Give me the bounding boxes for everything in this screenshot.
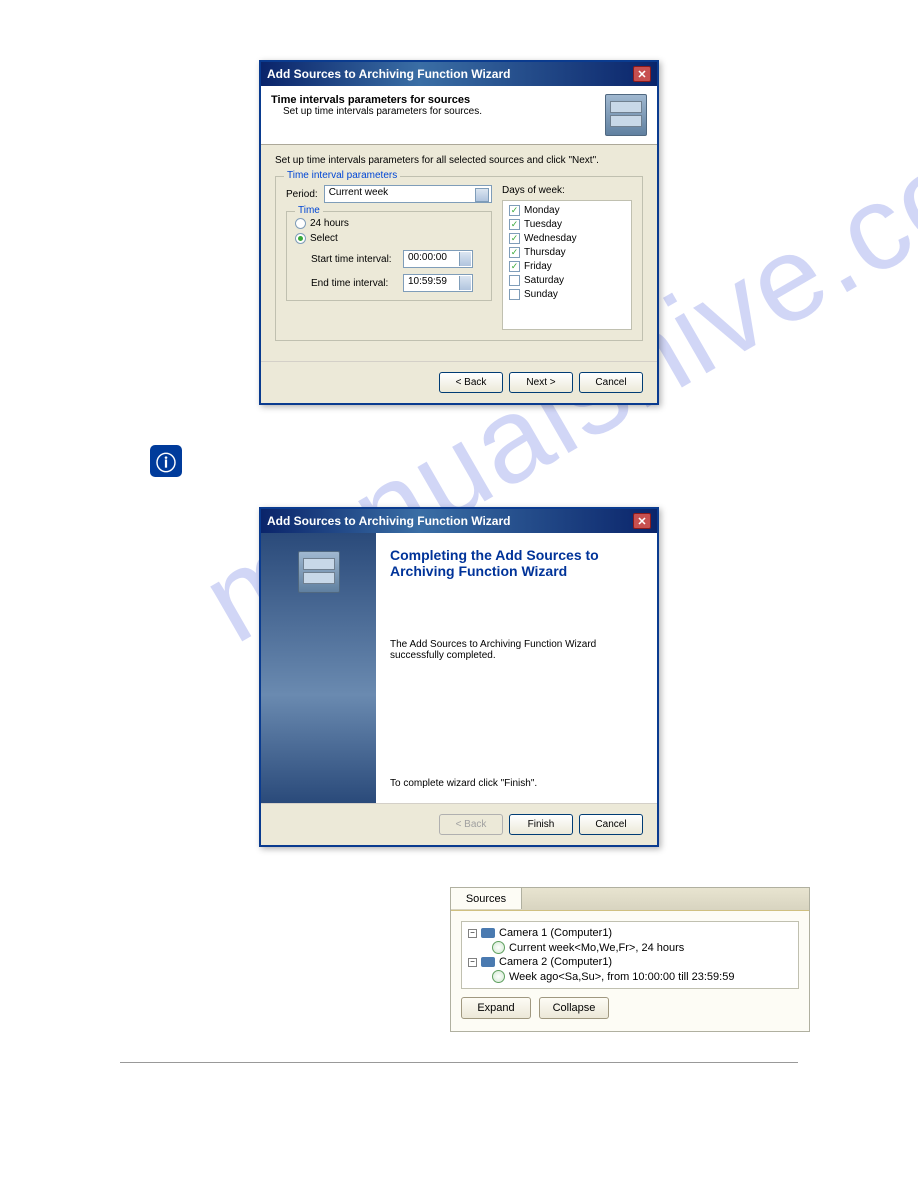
day-friday[interactable]: Friday <box>509 261 625 272</box>
checkbox-icon <box>509 275 520 286</box>
clock-icon <box>492 970 505 983</box>
end-time-label: End time interval: <box>311 278 397 289</box>
header-subtitle: Set up time intervals parameters for sou… <box>283 106 482 117</box>
close-icon[interactable]: ✕ <box>633 513 651 529</box>
checkbox-icon <box>509 219 520 230</box>
tree-detail-label: Current week<Mo,We,Fr>, 24 hours <box>509 942 684 954</box>
radio-select-label: Select <box>310 233 338 244</box>
titlebar: Add Sources to Archiving Function Wizard… <box>261 62 657 86</box>
day-sunday[interactable]: Sunday <box>509 289 625 300</box>
checkbox-icon <box>509 233 520 244</box>
camera-icon <box>481 928 495 938</box>
completion-body: Completing the Add Sources to Archiving … <box>261 533 657 803</box>
instruction-text: Set up time intervals parameters for all… <box>275 155 643 166</box>
page-divider <box>120 1062 798 1063</box>
sources-button-row: Expand Collapse <box>461 997 799 1027</box>
collapse-icon[interactable]: − <box>468 929 477 938</box>
camera-icon <box>481 957 495 967</box>
end-time-input[interactable]: 10:59:59 <box>403 274 473 292</box>
day-label: Tuesday <box>524 219 562 230</box>
tree-detail-label: Week ago<Sa,Su>, from 10:00:00 till 23:5… <box>509 971 734 983</box>
wizard-dialog-completion: Add Sources to Archiving Function Wizard… <box>259 507 659 847</box>
checkbox-icon <box>509 205 520 216</box>
completion-right-panel: Completing the Add Sources to Archiving … <box>376 533 657 803</box>
sources-body: − Camera 1 (Computer1) Current week<Mo,W… <box>451 911 809 1031</box>
back-button: < Back <box>439 814 503 835</box>
expand-button[interactable]: Expand <box>461 997 531 1019</box>
radio-icon <box>295 218 306 229</box>
info-icon: ⓘ <box>150 445 182 477</box>
day-thursday[interactable]: Thursday <box>509 247 625 258</box>
checkbox-icon <box>509 247 520 258</box>
day-label: Thursday <box>524 247 566 258</box>
period-select[interactable]: Current week <box>324 185 492 203</box>
wizard-dialog-params: Add Sources to Archiving Function Wizard… <box>259 60 659 405</box>
day-saturday[interactable]: Saturday <box>509 275 625 286</box>
start-time-input[interactable]: 00:00:00 <box>403 250 473 268</box>
finish-button[interactable]: Finish <box>509 814 573 835</box>
checkbox-icon <box>509 261 520 272</box>
day-label: Monday <box>524 205 560 216</box>
cabinet-icon <box>298 551 340 593</box>
dialog-title: Add Sources to Archiving Function Wizard <box>267 514 510 528</box>
cancel-button[interactable]: Cancel <box>579 372 643 393</box>
day-tuesday[interactable]: Tuesday <box>509 219 625 230</box>
titlebar: Add Sources to Archiving Function Wizard… <box>261 509 657 533</box>
tree-item-camera[interactable]: − Camera 2 (Computer1) <box>468 955 792 969</box>
cancel-button[interactable]: Cancel <box>579 814 643 835</box>
radio-24h-label: 24 hours <box>310 218 349 229</box>
completion-finish-text: To complete wizard click "Finish". <box>390 778 643 789</box>
sources-panel: Sources − Camera 1 (Computer1) Current w… <box>450 887 810 1032</box>
day-label: Wednesday <box>524 233 577 244</box>
header-title: Time intervals parameters for sources <box>271 94 482 106</box>
checkbox-icon <box>509 289 520 300</box>
day-label: Saturday <box>524 275 564 286</box>
completion-left-panel <box>261 533 376 803</box>
dialog-body: Set up time intervals parameters for all… <box>261 145 657 361</box>
tree-item-label: Camera 2 (Computer1) <box>499 956 612 968</box>
tree-item-detail[interactable]: Week ago<Sa,Su>, from 10:00:00 till 23:5… <box>492 969 792 984</box>
day-wednesday[interactable]: Wednesday <box>509 233 625 244</box>
period-label: Period: <box>286 189 318 200</box>
cabinet-icon <box>605 94 647 136</box>
radio-icon <box>295 233 306 244</box>
day-monday[interactable]: Monday <box>509 205 625 216</box>
sources-tabbar: Sources <box>451 888 809 911</box>
time-interval-fieldset: Time interval parameters Period: Current… <box>275 176 643 341</box>
completion-body-text: The Add Sources to Archiving Function Wi… <box>390 639 643 661</box>
tree-item-label: Camera 1 (Computer1) <box>499 927 612 939</box>
close-icon[interactable]: ✕ <box>633 66 651 82</box>
tab-sources[interactable]: Sources <box>450 887 522 909</box>
tree-item-detail[interactable]: Current week<Mo,We,Fr>, 24 hours <box>492 940 792 955</box>
collapse-icon[interactable]: − <box>468 958 477 967</box>
start-time-label: Start time interval: <box>311 254 397 265</box>
sources-tree: − Camera 1 (Computer1) Current week<Mo,W… <box>461 921 799 989</box>
fieldset-legend: Time interval parameters <box>284 170 400 181</box>
header-area: Time intervals parameters for sources Se… <box>261 86 657 145</box>
radio-24hours[interactable]: 24 hours <box>295 218 483 229</box>
radio-select[interactable]: Select <box>295 233 483 244</box>
day-label: Friday <box>524 261 552 272</box>
header-text: Time intervals parameters for sources Se… <box>271 94 482 136</box>
button-row: < Back Finish Cancel <box>261 803 657 845</box>
info-icon-block: ⓘ <box>150 445 918 477</box>
days-listbox: Monday Tuesday Wednesday Thursday Friday… <box>502 200 632 330</box>
day-label: Sunday <box>524 289 558 300</box>
tree-item-camera[interactable]: − Camera 1 (Computer1) <box>468 926 792 940</box>
clock-icon <box>492 941 505 954</box>
back-button[interactable]: < Back <box>439 372 503 393</box>
days-label: Days of week: <box>502 185 632 196</box>
dialog-title: Add Sources to Archiving Function Wizard <box>267 67 510 81</box>
next-button[interactable]: Next > <box>509 372 573 393</box>
collapse-button[interactable]: Collapse <box>539 997 609 1019</box>
completion-heading: Completing the Add Sources to Archiving … <box>390 547 643 579</box>
time-legend: Time <box>295 205 323 216</box>
time-fieldset: Time 24 hours Select Start time interval… <box>286 211 492 301</box>
button-row: < Back Next > Cancel <box>261 361 657 403</box>
